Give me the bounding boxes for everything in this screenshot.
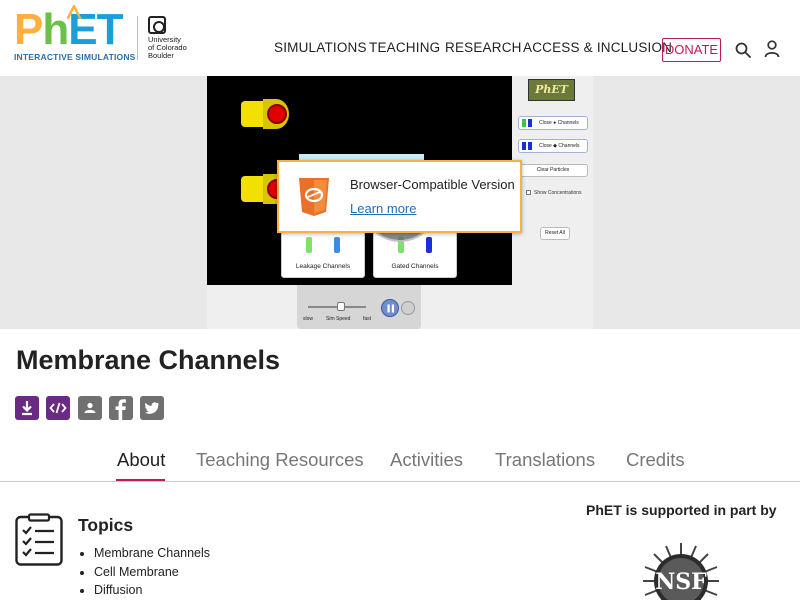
facebook-icon <box>115 399 126 420</box>
logo-spark-icon <box>66 5 82 19</box>
twitter-button[interactable] <box>140 396 164 420</box>
user-icon[interactable] <box>764 40 780 58</box>
leakage-channels-label: Leakage Channels <box>295 263 351 270</box>
site-header: PhET INTERACTIVE SIMULATIONS University … <box>0 0 800 76</box>
step-icon <box>401 301 415 315</box>
cu-boulder-logo[interactable]: University of Colorado Boulder <box>148 16 190 62</box>
support-text: PhET is supported in part by <box>586 502 777 518</box>
page-title: Membrane Channels <box>16 345 281 375</box>
tab-credits[interactable]: Credits <box>626 449 685 471</box>
list-item: Membrane Channels <box>80 544 210 563</box>
pause-icon <box>381 299 399 317</box>
nav-teaching[interactable]: TEACHING <box>369 40 440 60</box>
search-icon[interactable] <box>735 42 751 58</box>
sim-control-panel: PhET Close ● Channels Close ◆ Channels C… <box>512 76 593 329</box>
show-concentrations-checkbox: Show Concentrations <box>526 190 582 196</box>
phet-logo-subtitle: INTERACTIVE SIMULATIONS <box>14 52 136 62</box>
tab-translations[interactable]: Translations <box>495 449 595 471</box>
svg-text:NSF: NSF <box>655 569 707 595</box>
speed-knob <box>337 302 345 311</box>
simulation-banner: Leakage Channels Gated Channels PhET Clo… <box>0 76 800 329</box>
checklist-icon <box>15 513 63 566</box>
download-button[interactable] <box>15 396 39 420</box>
nav-simulations[interactable]: SIMULATIONS <box>274 40 367 60</box>
topics-list: Membrane Channels Cell Membrane Diffusio… <box>80 544 210 600</box>
sim-phet-logo: PhET <box>528 79 575 101</box>
speed-slow-label: slow <box>303 316 314 322</box>
tab-about[interactable]: About <box>117 449 165 471</box>
speed-label: Sim Speed <box>326 316 351 322</box>
clear-particles-button: Clear Particles <box>518 164 588 177</box>
topics-heading: Topics <box>78 515 134 535</box>
list-item: Diffusion <box>80 581 210 600</box>
generator-button <box>267 104 287 124</box>
donate-button[interactable]: DONATE <box>662 38 721 62</box>
nsf-seal-icon: NSF <box>643 543 719 600</box>
channel-bar <box>306 237 312 253</box>
tab-teaching-resources[interactable]: Teaching Resources <box>196 449 364 471</box>
close-blue-channels-button: Close ◆ Channels <box>518 139 588 153</box>
embed-button[interactable] <box>46 396 70 420</box>
cu-mark-icon <box>148 16 166 34</box>
share-classroom-button[interactable] <box>78 396 102 420</box>
cu-boulder-text: University of Colorado Boulder <box>148 35 187 60</box>
phet-logo[interactable]: PhET INTERACTIVE SIMULATIONS <box>14 5 135 62</box>
learn-more-link[interactable]: Learn more <box>350 201 416 216</box>
list-item: Cell Membrane <box>80 563 210 582</box>
embed-icon <box>49 402 67 414</box>
reset-all-button: Reset All <box>540 227 570 240</box>
gated-channels-label: Gated Channels <box>391 263 439 270</box>
popup-title: Browser-Compatible Version <box>350 177 515 192</box>
tabs-divider <box>0 481 800 482</box>
nav-research[interactable]: RESEARCH <box>445 40 522 60</box>
tab-activities[interactable]: Activities <box>390 449 463 471</box>
twitter-icon <box>144 402 159 414</box>
close-green-channels-button: Close ● Channels <box>518 116 588 130</box>
browser-compatible-popup: Browser-Compatible Version Learn more <box>277 160 522 233</box>
leakage-channels-box: Leakage Channels <box>281 226 365 278</box>
channel-bar <box>334 237 340 253</box>
speed-fast-label: fast <box>363 316 372 322</box>
nsf-logo[interactable]: NSF <box>640 541 722 600</box>
facebook-button[interactable] <box>109 396 133 420</box>
nav-access-inclusion[interactable]: ACCESS & INCLUSION <box>523 40 672 60</box>
sim-speed-controls: slow Sim Speed fast <box>297 285 421 329</box>
logo-divider <box>137 16 138 60</box>
html5-icon <box>299 178 329 216</box>
share-classroom-icon <box>84 402 96 413</box>
download-icon <box>22 401 32 416</box>
